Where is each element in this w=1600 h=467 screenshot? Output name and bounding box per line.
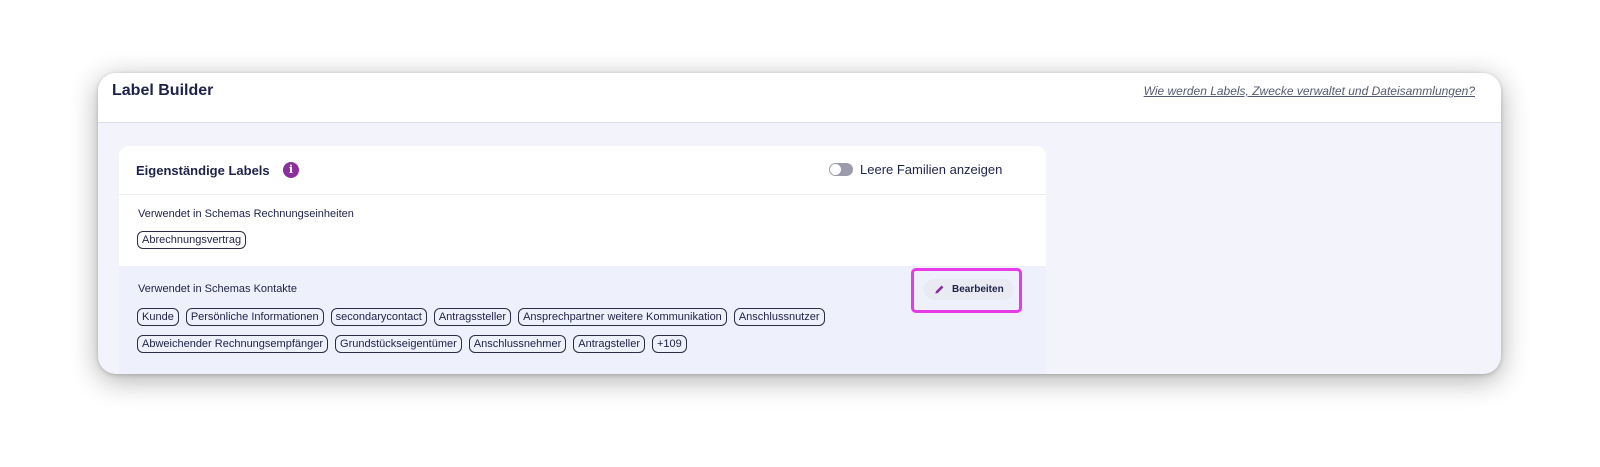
toggle-label: Leere Familien anzeigen: [860, 162, 1003, 177]
schema-section-contacts: Verwendet in Schemas Kontakte Bearbeiten…: [119, 266, 1046, 374]
label-chip: Grundstückseigentümer: [335, 335, 462, 353]
section-title: Verwendet in Schemas Kontakte: [138, 283, 297, 295]
app-window: Label Builder Wie werden Labels, Zwecke …: [98, 73, 1501, 374]
more-labels-chip[interactable]: +109: [652, 335, 687, 353]
chip-row: Abweichender Rechnungsempfänger Grundstü…: [137, 335, 687, 353]
show-empty-families-toggle[interactable]: [829, 163, 853, 176]
label-chip: Abrechnungsvertrag: [137, 231, 247, 249]
info-icon[interactable]: i: [283, 162, 299, 178]
schema-section-billing-units: Verwendet in Schemas Rechnungseinheiten …: [119, 196, 1046, 266]
card-title: Eigenständige Labels: [136, 163, 270, 178]
card-header: Eigenständige Labels i Leere Familien an…: [119, 146, 1046, 195]
toggle-knob: [830, 164, 841, 175]
label-chip: Persönliche Informationen: [185, 308, 324, 326]
label-chip: Anschlussnutzer: [733, 308, 825, 326]
label-chip: Abweichender Rechnungsempfänger: [137, 335, 329, 353]
page-title: Label Builder: [112, 82, 214, 99]
edit-button[interactable]: Bearbeiten: [924, 279, 1014, 300]
label-chip: Antragsteller: [573, 335, 645, 353]
chip-row: Kunde Persönliche Informationen secondar…: [137, 308, 825, 326]
chip-row: Abrechnungsvertrag: [137, 231, 247, 249]
label-chip: Ansprechpartner weitere Kommunikation: [518, 308, 727, 326]
pencil-icon: [935, 285, 944, 294]
label-chip: Kunde: [137, 308, 179, 326]
edit-button-label: Bearbeiten: [952, 284, 1004, 295]
standalone-labels-card: Eigenständige Labels i Leere Familien an…: [119, 146, 1046, 374]
help-link[interactable]: Wie werden Labels, Zwecke verwaltet und …: [1144, 84, 1475, 98]
label-chip: secondarycontact: [330, 308, 427, 326]
app-header: Label Builder Wie werden Labels, Zwecke …: [98, 73, 1501, 123]
section-title: Verwendet in Schemas Rechnungseinheiten: [138, 208, 354, 220]
label-chip: Anschlussnehmer: [468, 335, 567, 353]
label-chip: Antragssteller: [433, 308, 512, 326]
